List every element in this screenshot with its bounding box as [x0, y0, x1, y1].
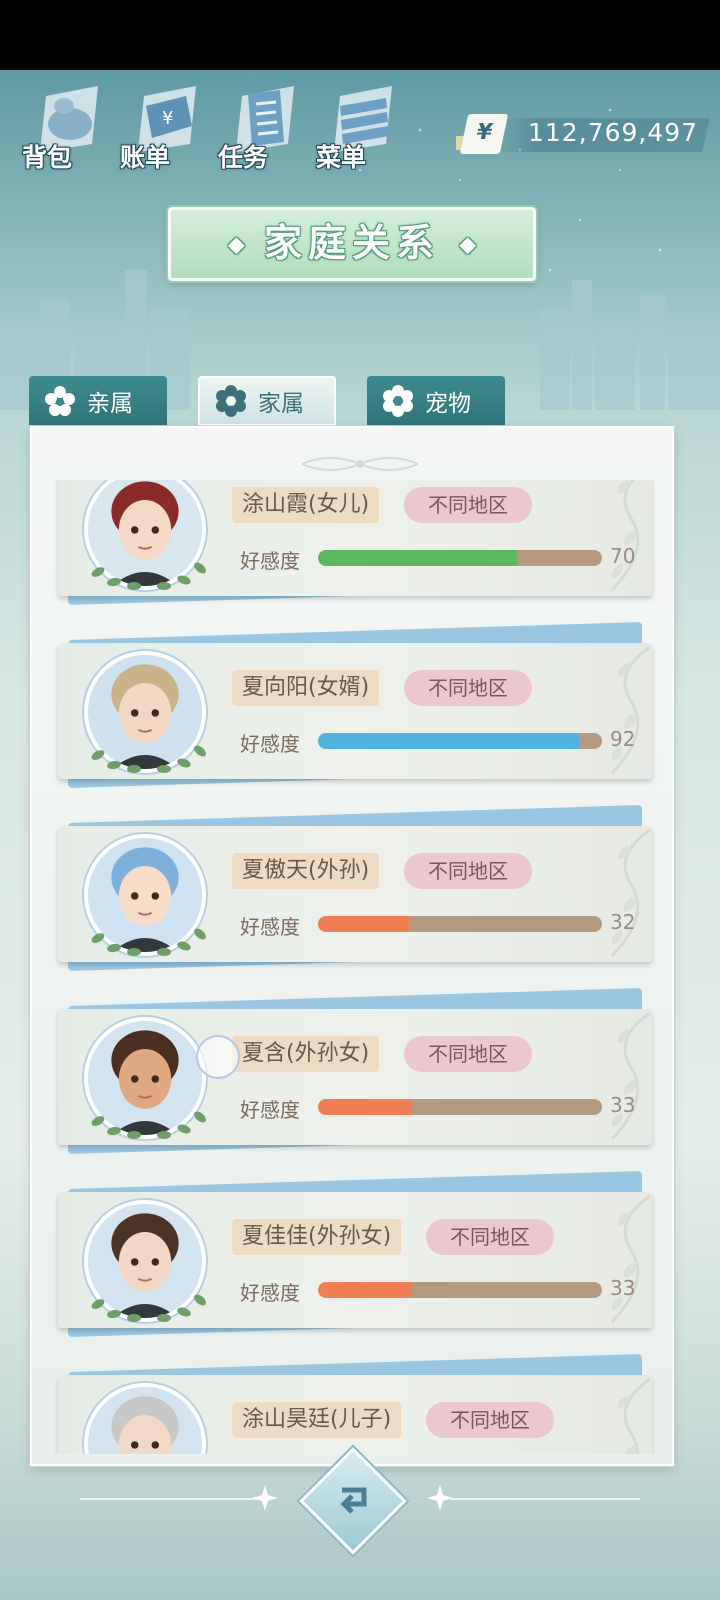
top-toolbar: 背包 ¥ 账单 任务 菜单 [20, 80, 440, 180]
tab-label: 宠物 [425, 391, 471, 417]
vine-decoration [610, 1011, 651, 1141]
affinity-value: 70 [610, 544, 636, 568]
card-front: 夏含(外孙女) 不同地区 好感度 33 [58, 1009, 652, 1145]
affinity-label: 好感度 [240, 549, 300, 573]
family-panel: 涂山霞(女儿) 不同地区 好感度 70 夏向阳(女婿) 不同地区 好感度 92 … [30, 426, 674, 1466]
gear-flower-icon [383, 385, 413, 417]
leaf-wreath-decoration [91, 1111, 206, 1139]
member-name: 夏佳佳(外孙女) [230, 1217, 404, 1257]
tab-pets[interactable]: 宠物 [367, 376, 505, 426]
affinity-bar [318, 1282, 602, 1298]
member-name: 夏向阳(女婿) [230, 668, 382, 708]
bill-label: 账单 [120, 143, 171, 172]
affinity-fill [318, 916, 409, 932]
star-icon [252, 1485, 278, 1511]
affinity-bar [318, 550, 602, 566]
title-diamond-left: ◆ [227, 232, 245, 258]
member-list[interactable]: 涂山霞(女儿) 不同地区 好感度 70 夏向阳(女婿) 不同地区 好感度 92 … [32, 480, 672, 1454]
bag-button[interactable]: 背包 [20, 80, 110, 175]
money-amount: 112,769,497 [528, 118, 699, 147]
affinity-label: 好感度 [240, 915, 300, 939]
yen-icon: ¥ [459, 114, 509, 154]
affinity-label: 好感度 [240, 1098, 300, 1122]
avatar[interactable] [84, 1383, 206, 1454]
affinity-value: 92 [610, 727, 636, 751]
card-front: 夏佳佳(外孙女) 不同地区 好感度 33 [58, 1192, 652, 1328]
affinity-bar [318, 733, 602, 749]
member-card[interactable]: 涂山昊廷(儿子) 不同地区 好感度 55 [58, 1353, 652, 1454]
card-front: 涂山霞(女儿) 不同地区 好感度 70 [58, 480, 652, 596]
vine-decoration [610, 645, 651, 775]
affinity-fill [318, 1282, 412, 1298]
card-front: 夏向阳(女婿) 不同地区 好感度 92 [58, 643, 652, 779]
money-display: ¥ 112,769,497 [456, 114, 710, 156]
scroll-knob[interactable] [196, 1035, 240, 1079]
game-screen: 背包 ¥ 账单 任务 菜单 ¥ 112,769,497 ◆ 家庭关系 ◆ 亲属 … [0, 70, 720, 1600]
card-front: 涂山昊廷(儿子) 不同地区 好感度 55 [58, 1375, 652, 1454]
member-card[interactable]: 夏傲天(外孙) 不同地区 好感度 32 [58, 804, 652, 972]
region-badge: 不同地区 [404, 1036, 532, 1072]
member-card[interactable]: 夏向阳(女婿) 不同地区 好感度 92 [58, 621, 652, 789]
gear-flower-icon [216, 385, 246, 417]
return-icon [340, 1487, 367, 1514]
region-badge: 不同地区 [426, 1402, 554, 1438]
region-badge: 不同地区 [404, 853, 532, 889]
page-title: ◆ 家庭关系 ◆ [168, 207, 536, 281]
title-diamond-right: ◆ [459, 232, 477, 258]
region-badge: 不同地区 [426, 1219, 554, 1255]
affinity-label: 好感度 [240, 1281, 300, 1305]
affinity-value: 33 [610, 1276, 636, 1300]
member-card[interactable]: 夏佳佳(外孙女) 不同地区 好感度 33 [58, 1170, 652, 1338]
svg-text:¥: ¥ [162, 108, 173, 129]
affinity-label: 好感度 [240, 732, 300, 756]
leaf-wreath-decoration [91, 562, 206, 590]
task-button[interactable]: 任务 [216, 80, 306, 175]
bill-button[interactable]: ¥ 账单 [118, 80, 208, 175]
vine-decoration [610, 480, 640, 592]
leaf-wreath-decoration [91, 928, 206, 956]
leaf-wreath-decoration [91, 1294, 206, 1322]
menu-label: 菜单 [316, 143, 367, 172]
tab-relatives[interactable]: 亲属 [29, 376, 167, 426]
member-card[interactable]: 夏含(外孙女) 不同地区 好感度 33 [58, 987, 652, 1155]
page-title-text: 家庭关系 [263, 221, 440, 265]
avatar-portrait [88, 1387, 202, 1454]
tab-family[interactable]: 家属 [198, 376, 336, 426]
affinity-bar [318, 916, 602, 932]
region-badge: 不同地区 [404, 670, 532, 706]
region-badge: 不同地区 [404, 487, 532, 523]
star-icon [427, 1485, 453, 1511]
tab-label: 家属 [258, 391, 304, 417]
bottom-divider-left [80, 1498, 270, 1500]
tab-label: 亲属 [87, 391, 133, 417]
member-card[interactable]: 涂山霞(女儿) 不同地区 好感度 70 [58, 480, 652, 606]
member-name: 涂山霞(女儿) [230, 485, 382, 525]
flower-icon [45, 386, 75, 416]
affinity-fill [318, 550, 517, 566]
leaf-wreath-decoration [91, 745, 206, 773]
affinity-value: 33 [610, 1093, 636, 1117]
affinity-fill [318, 733, 580, 749]
affinity-bar [318, 1099, 602, 1115]
ornament-decoration [301, 457, 419, 471]
menu-button[interactable]: 菜单 [314, 80, 404, 175]
affinity-value: 32 [610, 910, 636, 934]
vine-decoration [610, 828, 651, 958]
member-name: 夏含(外孙女) [230, 1034, 382, 1074]
bag-label: 背包 [22, 143, 73, 172]
vine-decoration [610, 1194, 651, 1324]
affinity-fill [318, 1099, 412, 1115]
member-name: 夏傲天(外孙) [230, 851, 382, 891]
card-front: 夏傲天(外孙) 不同地区 好感度 32 [58, 826, 652, 962]
bottom-divider-right [450, 1498, 640, 1500]
member-name: 涂山昊廷(儿子) [230, 1400, 404, 1440]
task-label: 任务 [218, 143, 269, 172]
